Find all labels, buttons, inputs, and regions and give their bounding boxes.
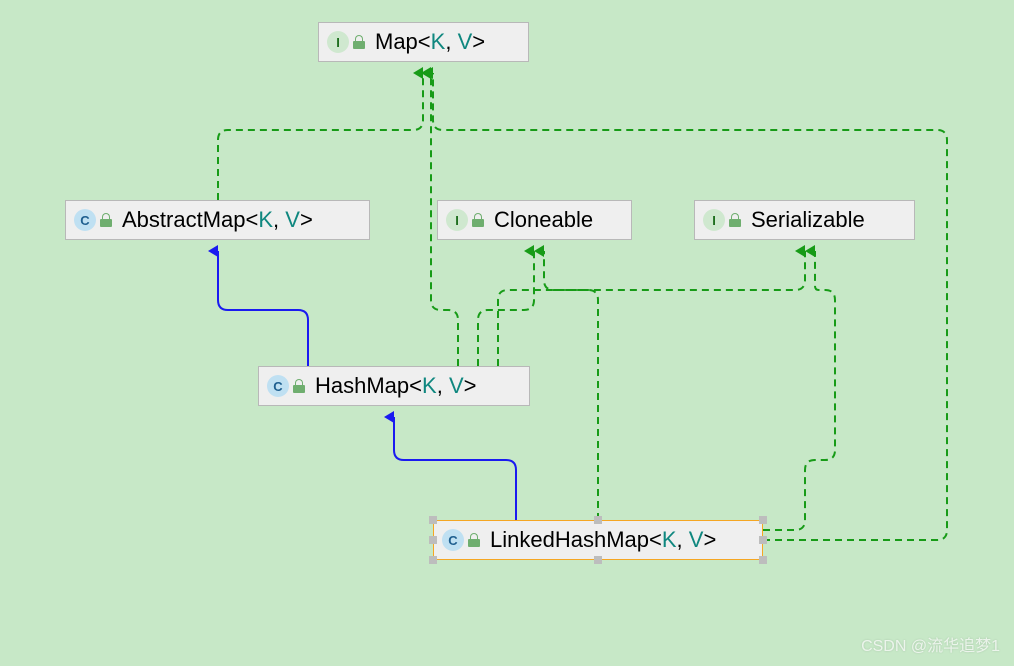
- interface-icon: I: [446, 209, 468, 231]
- edge-hashmap-cloneable: [478, 251, 534, 366]
- edge-abstractmap-map: [218, 73, 423, 200]
- class-label: LinkedHashMap: [490, 527, 649, 553]
- class-label: HashMap: [315, 373, 409, 399]
- edge-linkedhashmap-serializable: [763, 251, 835, 530]
- selection-handle[interactable]: [594, 556, 602, 564]
- node-linkedhashmap[interactable]: C LinkedHashMap<K, V>: [433, 520, 763, 560]
- node-hashmap[interactable]: C HashMap<K, V>: [258, 366, 530, 406]
- class-label: AbstractMap: [122, 207, 246, 233]
- class-label: Serializable: [751, 207, 865, 233]
- selection-handle[interactable]: [759, 536, 767, 544]
- edge-hashmap-serializable: [498, 251, 805, 366]
- edge-linkedhashmap-map: [433, 73, 947, 540]
- class-icon: C: [267, 375, 289, 397]
- selection-handle[interactable]: [759, 556, 767, 564]
- diagram-canvas: I Map<K, V> C AbstractMap<K, V> I Clonea…: [0, 0, 1014, 666]
- node-cloneable[interactable]: I Cloneable: [437, 200, 632, 240]
- class-icon: C: [74, 209, 96, 231]
- interface-icon: I: [703, 209, 725, 231]
- selection-handle[interactable]: [429, 536, 437, 544]
- lock-icon: [472, 213, 484, 227]
- lock-icon: [293, 379, 305, 393]
- edge-linkedhashmap-cloneable: [544, 251, 598, 520]
- edge-hashmap-abstractmap: [218, 251, 308, 366]
- class-icon: C: [442, 529, 464, 551]
- interface-icon: I: [327, 31, 349, 53]
- class-label: Map: [375, 29, 418, 55]
- node-abstractmap[interactable]: C AbstractMap<K, V>: [65, 200, 370, 240]
- selection-handle[interactable]: [429, 516, 437, 524]
- lock-icon: [353, 35, 365, 49]
- connector-layer: [0, 0, 1014, 666]
- node-serializable[interactable]: I Serializable: [694, 200, 915, 240]
- lock-icon: [100, 213, 112, 227]
- class-label: Cloneable: [494, 207, 593, 233]
- lock-icon: [468, 533, 480, 547]
- node-map[interactable]: I Map<K, V>: [318, 22, 529, 62]
- selection-handle[interactable]: [759, 516, 767, 524]
- selection-handle[interactable]: [594, 516, 602, 524]
- selection-handle[interactable]: [429, 556, 437, 564]
- edge-linkedhashmap-hashmap: [394, 417, 516, 520]
- watermark: CSDN @流华追梦1: [861, 632, 1000, 656]
- lock-icon: [729, 213, 741, 227]
